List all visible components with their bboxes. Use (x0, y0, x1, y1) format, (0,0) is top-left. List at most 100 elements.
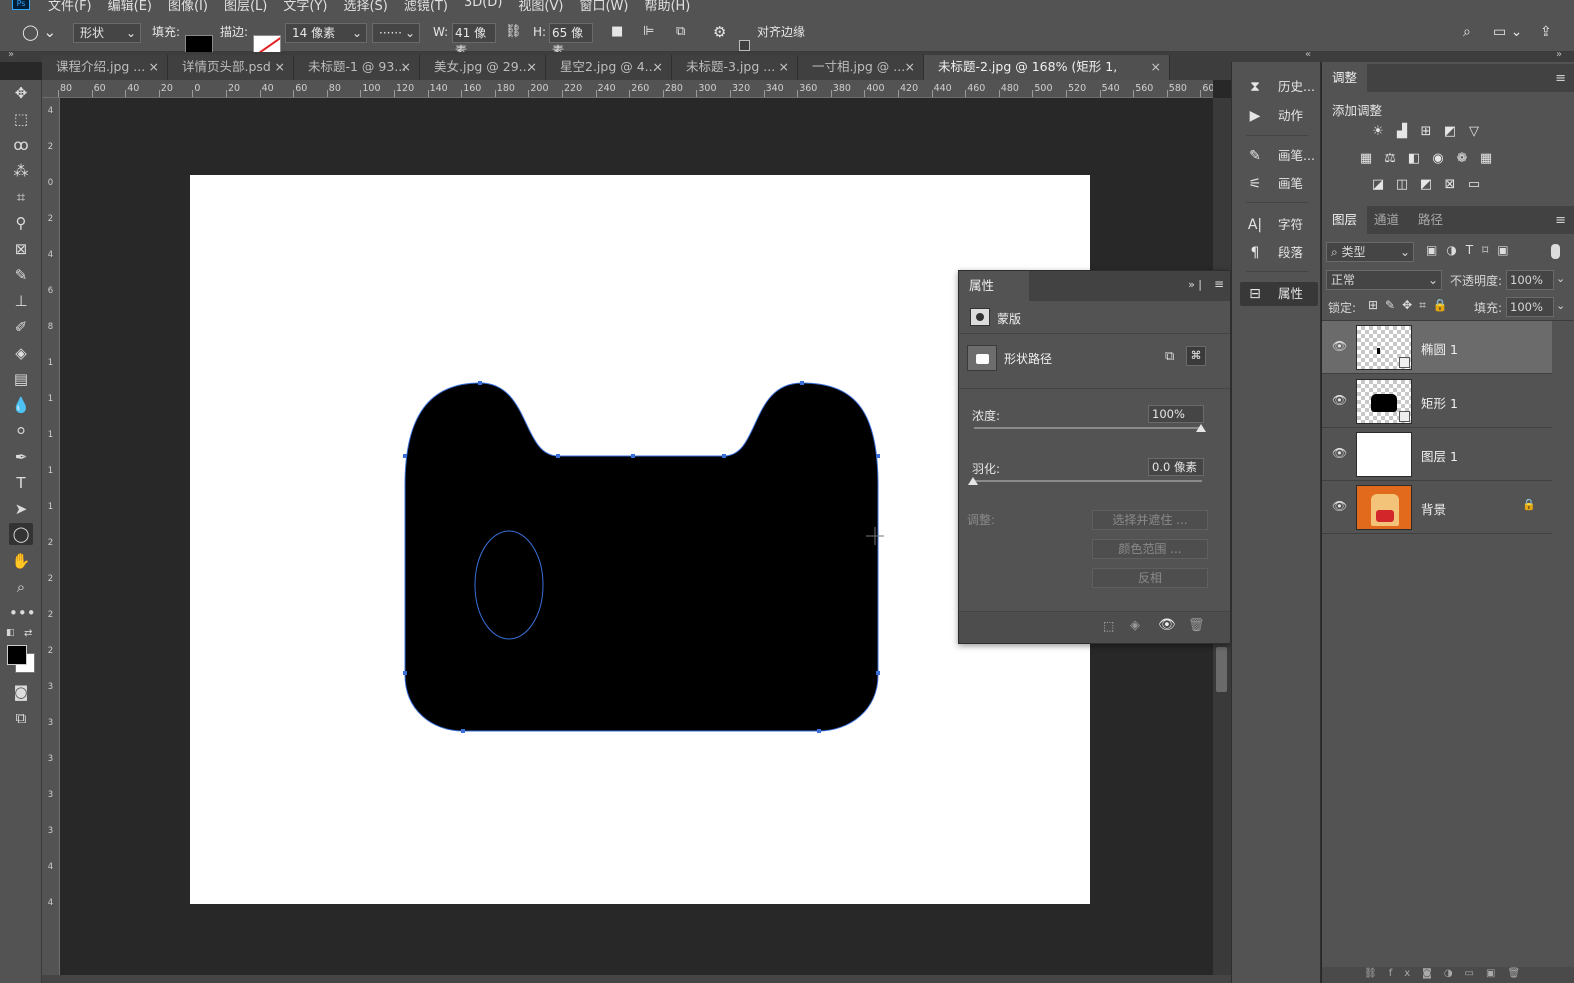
document-tab[interactable]: 一寸相.jpg @ ... × (798, 55, 924, 80)
panel-menu-icon[interactable]: ≡ (1214, 277, 1224, 291)
path-selection-tool-icon[interactable]: ➤ (9, 498, 33, 520)
properties-tab[interactable]: 属性 (959, 271, 1029, 301)
exposure-icon[interactable]: ◩ (1442, 124, 1458, 140)
close-icon[interactable]: × (1151, 55, 1161, 79)
foreground-color-swatch[interactable] (7, 645, 27, 665)
menu-item[interactable]: 选择(S) (343, 0, 387, 12)
gradient-map-icon[interactable]: ▭ (1466, 177, 1482, 193)
feather-slider[interactable] (974, 480, 1202, 482)
frame-tool-icon[interactable]: ⊠ (9, 238, 33, 260)
threshold-icon[interactable]: ◩ (1418, 177, 1434, 193)
menu-item[interactable]: 文件(F) (48, 0, 92, 12)
select-mask-icon[interactable]: ⧉ (1165, 349, 1174, 364)
close-icon[interactable]: × (653, 55, 663, 79)
layer-row[interactable]: 👁 矩形 1 (1322, 375, 1552, 428)
invert-button[interactable]: 反相 (1092, 568, 1208, 588)
path-operations-icon[interactable]: ■ (611, 22, 623, 42)
workspace-icon[interactable]: ▭ ⌄ (1493, 22, 1522, 42)
document-tab[interactable]: 美女.jpg @ 29... × (420, 55, 546, 80)
brush-tool-icon[interactable]: ✎ (9, 264, 33, 286)
path-arrangement-icon[interactable]: ⧉ (676, 22, 685, 42)
eyedropper-tool-icon[interactable]: ⚲ (9, 212, 33, 234)
close-icon[interactable]: × (527, 55, 537, 79)
load-selection-icon[interactable]: ⬚ (1103, 619, 1114, 633)
close-icon[interactable]: × (905, 55, 915, 79)
tab-adjustments[interactable]: 调整 (1322, 64, 1368, 92)
eye-icon[interactable]: 👁 (1332, 499, 1347, 513)
stroke-width-field[interactable]: 14 像素 ⌄ (285, 23, 367, 43)
layer-row[interactable]: 👁 椭圆 1 (1322, 321, 1552, 374)
feather-field[interactable]: 0.0 像素 (1148, 458, 1204, 476)
layer-row[interactable]: 👁 背景 🔒 (1322, 481, 1552, 534)
feather-slider-knob[interactable] (968, 477, 978, 485)
lasso-tool-icon[interactable]: ꝏ (9, 134, 33, 156)
menu-item[interactable]: 图像(I) (168, 0, 208, 12)
properties-panel-button[interactable]: ⊟ 属性 (1240, 282, 1318, 306)
menu-item[interactable]: 窗口(W) (579, 0, 628, 12)
select-and-mask-button[interactable]: 选择并遮住 ... (1092, 510, 1208, 530)
layer-filter-select[interactable]: ⌕ 类型 ⌄ (1326, 242, 1414, 262)
document-tab[interactable]: 未标题-1 @ 93... × (294, 55, 420, 80)
screen-mode-icon[interactable]: ⧉ (9, 707, 33, 729)
tab-layers[interactable]: 图层 (1322, 206, 1368, 234)
menu-item[interactable]: 编辑(E) (108, 0, 152, 12)
apply-mask-icon[interactable]: ◈ (1130, 618, 1140, 633)
photo-filter-icon[interactable]: ◉ (1430, 151, 1446, 167)
color-balance-icon[interactable]: ⚖ (1382, 151, 1398, 167)
actions-panel-button[interactable]: ▶ 动作 (1240, 104, 1318, 128)
document-tab[interactable]: 课程介绍.jpg ... × (42, 55, 168, 80)
menu-item[interactable]: 图层(L) (224, 0, 267, 12)
pen-tool-icon[interactable]: ✒ (9, 446, 33, 468)
menu-item[interactable]: 帮助(H) (644, 0, 690, 12)
height-field[interactable]: 65 像素 (549, 23, 593, 58)
density-slider[interactable] (974, 427, 1202, 429)
history-panel-button[interactable]: ⧗ 历史... (1240, 75, 1318, 99)
close-icon[interactable]: × (401, 55, 411, 79)
hand-tool-icon[interactable]: ✋ (9, 550, 33, 572)
black-white-icon[interactable]: ◧ (1406, 151, 1422, 167)
chevron-down-icon[interactable]: ⌄ (1556, 299, 1565, 312)
dodge-tool-icon[interactable]: ⚪ (9, 420, 33, 442)
collapse-panels-icon[interactable]: « (1305, 49, 1311, 60)
move-tool-icon[interactable]: ✥ (9, 82, 33, 104)
width-field[interactable]: 41 像素 (452, 23, 496, 58)
channel-mixer-icon[interactable]: ❁ (1454, 151, 1470, 167)
menu-item[interactable]: 视图(V) (518, 0, 563, 12)
document-tab[interactable]: 详情页头部.psd × (168, 55, 294, 80)
cat-head-shape[interactable] (404, 382, 879, 732)
document-tab[interactable]: 星空2.jpg @ 4... × (546, 55, 672, 80)
collapse-icon[interactable]: » | (1188, 278, 1202, 291)
zoom-tool-icon[interactable]: ⌕ (9, 576, 33, 598)
marquee-tool-icon[interactable]: ⬚ (9, 108, 33, 130)
scrollbar-thumb[interactable] (1216, 647, 1227, 692)
invert-icon[interactable]: ◪ (1370, 177, 1386, 193)
stamp-tool-icon[interactable]: ⊥ (9, 290, 33, 312)
eye-icon[interactable]: 👁 (1158, 617, 1176, 633)
tab-channels[interactable]: 通道 (1364, 206, 1409, 234)
brightness-icon[interactable]: ☀ (1370, 124, 1386, 140)
posterize-icon[interactable]: ◫ (1394, 177, 1410, 193)
path-alignment-icon[interactable]: ⊫ (643, 22, 654, 42)
crop-tool-icon[interactable]: ⌗ (9, 186, 33, 208)
shape-path-row[interactable]: 形状路径 ⧉ ⌘ (959, 334, 1230, 389)
levels-icon[interactable]: ▟ (1394, 124, 1410, 140)
history-brush-tool-icon[interactable]: ✐ (9, 316, 33, 338)
color-range-button[interactable]: 颜色范围 ... (1092, 539, 1208, 559)
vector-mask-thumbnail[interactable] (967, 345, 997, 371)
close-icon[interactable]: × (779, 55, 789, 79)
opacity-field[interactable]: 100% (1506, 270, 1554, 290)
collapse-right-icon[interactable]: » (1556, 49, 1562, 60)
color-lookup-icon[interactable]: ▦ (1478, 151, 1494, 167)
stroke-type-select[interactable]: ······ ⌄ (372, 23, 420, 43)
search-icon[interactable]: ⌕ (1463, 22, 1471, 42)
panel-menu-icon[interactable]: ≡ (1555, 213, 1566, 228)
vibrance-icon[interactable]: ▽ (1466, 124, 1482, 140)
default-colors-icon[interactable]: ◧ (6, 628, 15, 638)
density-slider-knob[interactable] (1196, 424, 1206, 432)
document-tab[interactable]: 未标题-2.jpg @ 168% (矩形 1, RGB/8#) *× (924, 55, 1170, 98)
link-icon[interactable]: ⛓ (505, 22, 522, 42)
gradient-tool-icon[interactable]: ▤ (9, 368, 33, 390)
share-icon[interactable]: ⇪ (1540, 22, 1552, 42)
close-icon[interactable]: × (275, 55, 285, 79)
more-tools-icon[interactable]: ••• (9, 602, 36, 624)
